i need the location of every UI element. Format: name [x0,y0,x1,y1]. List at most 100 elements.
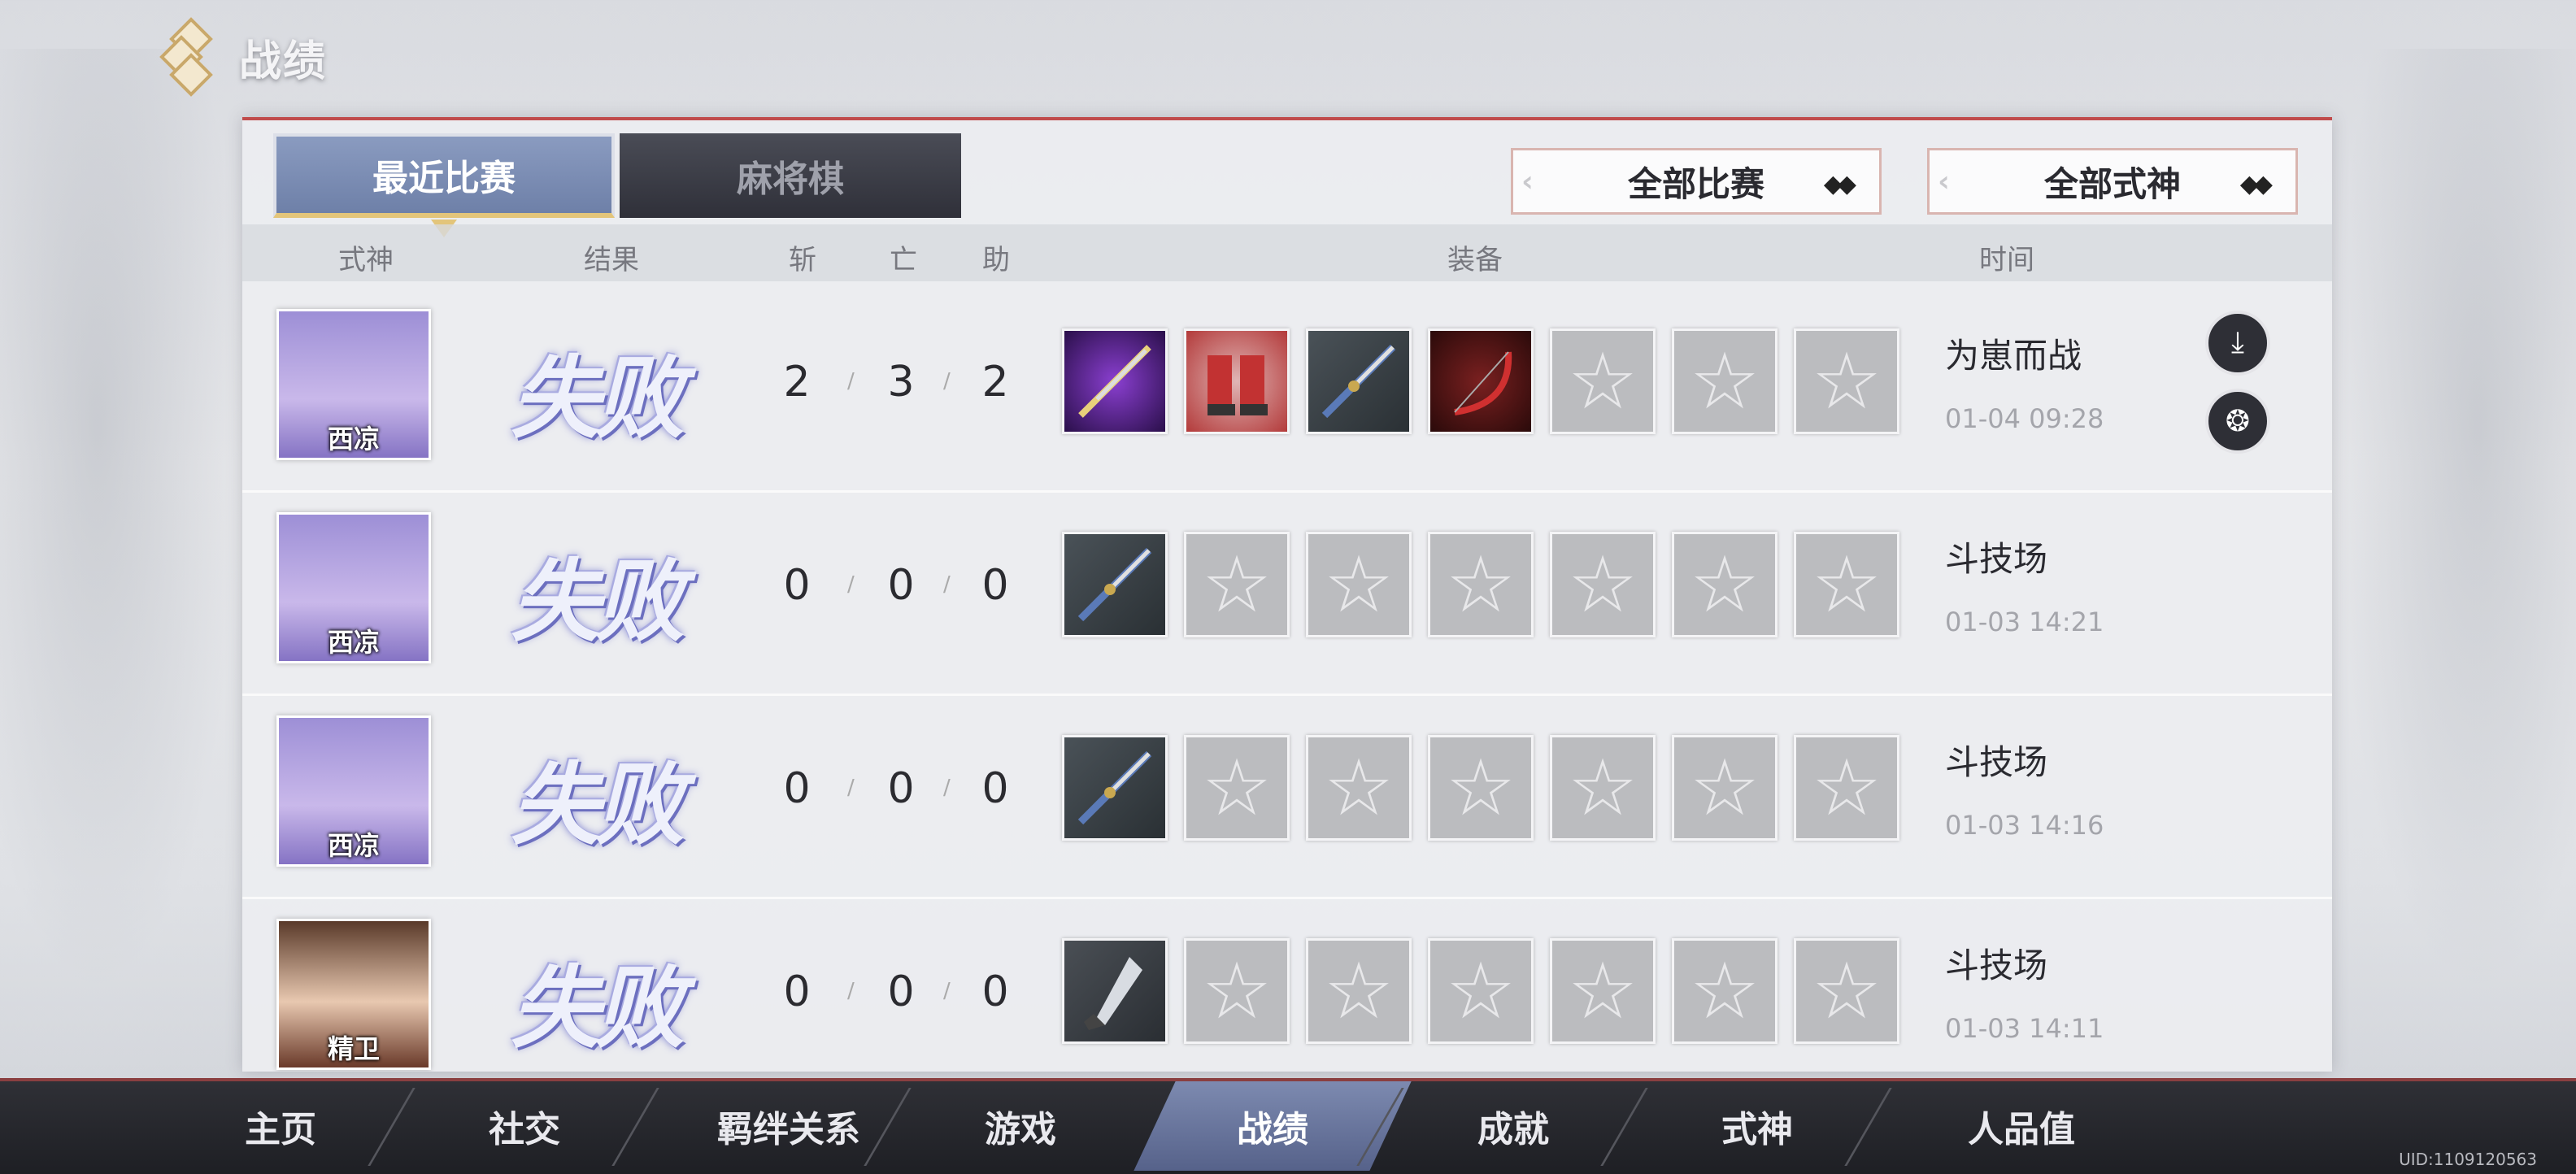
deaths-value: 3 [887,358,915,407]
column-header-row: 式神 结果 斩 亡 助 装备 时间 [242,224,2332,281]
dropdown-diamond-icon: ◆◆ [2239,170,2273,198]
empty-slot-star-icon: ☆ [1672,328,1778,434]
empty-slot-star-icon: ☆ [1184,532,1290,637]
deaths-value: 0 [887,561,915,610]
match-row[interactable]: 西凉 失败 0 / 0 / 0 ☆ ☆ ☆ ☆ ☆ ☆ 斗技场 01-03 14… [242,498,2332,696]
blue-katana-icon[interactable] [1062,735,1168,841]
empty-slot-star-icon: ☆ [1550,328,1656,434]
nav-label: 战绩 [1237,1109,1308,1150]
nav-label: 人品值 [1968,1109,2075,1150]
kills-value: 0 [783,967,811,1016]
nav-item-achievements[interactable]: 成就 [1412,1081,1615,1171]
empty-slot-star-icon: ☆ [1550,532,1656,637]
result-text: 失败 [511,549,685,654]
empty-slot-star-icon: ☆ [1794,328,1899,434]
result-text: 失败 [511,752,685,857]
download-icon[interactable]: ⤓ [2205,311,2270,376]
game-mode: 斗技场 [1945,742,2048,782]
katana-purple-icon[interactable] [1062,328,1168,434]
empty-slot-star-icon: ☆ [1794,532,1899,637]
shikigami-filter-dropdown[interactable]: ‹ 全部式神 ◆◆ [1927,148,2298,215]
red-armor-boots-icon[interactable] [1184,328,1290,434]
page-title: 战绩 [239,37,328,86]
left-chevron-icon: ‹ [1521,165,1534,198]
match-time: 01-03 14:16 [1945,810,2104,841]
empty-slot-star-icon: ☆ [1672,938,1778,1044]
nav-label: 成就 [1477,1109,1549,1150]
empty-slot-star-icon: ☆ [1306,735,1412,841]
tab-mahjong-chess[interactable]: 麻将棋 [620,133,961,218]
divider: / [943,369,951,394]
deaths-value: 0 [887,967,915,1016]
avatar: 西凉 [276,512,431,663]
nav-item-games[interactable]: 游戏 [919,1081,1122,1171]
match-row[interactable]: 精卫 失败 0 / 0 / 0 ☆ ☆ ☆ ☆ ☆ ☆ 斗技场 01-03 14… [242,904,2332,1072]
blue-katana-icon[interactable] [1062,532,1168,637]
empty-slot-star-icon: ☆ [1306,532,1412,637]
nav-item-bonds[interactable]: 羁绊关系 [667,1081,911,1171]
divider: / [943,572,951,597]
nav-item-shikigami[interactable]: 式神 [1656,1081,1859,1171]
col-equipment: 装备 [1447,244,1503,276]
replay-film-icon[interactable]: ❂ [2205,389,2270,454]
bottom-nav-bar: 主页 社交 羁绊关系 游戏 战绩 成就 式神 人品值 [0,1078,2576,1174]
left-chevron-icon: ‹ [1938,165,1950,198]
kills-value: 0 [783,764,811,813]
avatar: 西凉 [276,309,431,460]
assists-value: 0 [981,561,1009,610]
uid-label: UID:1109120563 [2399,1150,2537,1169]
tab-recent-matches[interactable]: 最近比赛 [273,133,615,237]
empty-slot-star-icon: ☆ [1428,735,1534,841]
game-mode: 为崽而战 [1945,336,2082,376]
shikigami-filter-label: 全部式神 [2043,163,2181,204]
shikigami-name: 西凉 [327,627,380,658]
red-bow-icon[interactable] [1428,328,1534,434]
kills-value: 0 [783,561,811,610]
avatar: 精卫 [276,919,431,1070]
empty-slot-star-icon: ☆ [1672,532,1778,637]
nav-item-match-record[interactable]: 战绩 [1134,1081,1412,1171]
deaths-value: 0 [887,764,915,813]
game-mode: 斗技场 [1945,946,2048,985]
divider: / [847,369,855,394]
empty-slot-star-icon: ☆ [1672,735,1778,841]
nav-label: 主页 [245,1109,316,1150]
match-filter-dropdown[interactable]: ‹ 全部比赛 ◆◆ [1511,148,1882,215]
nav-label: 游戏 [985,1109,1056,1150]
nav-label: 式神 [1721,1109,1793,1150]
diamond-logo-icon [159,17,220,97]
background-right-decoration [2332,49,2576,992]
page-header: 战绩 [159,16,328,98]
empty-slot-star-icon: ☆ [1184,735,1290,841]
nav-item-social[interactable]: 社交 [423,1081,626,1171]
assists-value: 0 [981,764,1009,813]
blue-katana-icon[interactable] [1306,328,1412,434]
kunai-icon[interactable] [1062,938,1168,1044]
game-mode: 斗技场 [1945,539,2048,579]
empty-slot-star-icon: ☆ [1428,532,1534,637]
empty-slot-star-icon: ☆ [1794,938,1899,1044]
nav-label: 社交 [489,1109,560,1150]
nav-item-reputation[interactable]: 人品值 [1899,1081,2143,1171]
background-left-decoration [0,49,244,992]
match-time: 01-03 14:21 [1945,607,2104,637]
nav-item-home[interactable]: 主页 [179,1081,382,1171]
match-filter-label: 全部比赛 [1627,163,1764,204]
tab-label: 麻将棋 [737,159,844,200]
result-text: 失败 [511,346,685,450]
col-time: 时间 [1979,244,2034,276]
shikigami-name: 西凉 [327,830,380,861]
col-deaths: 亡 [890,244,917,276]
tab-bar: 最近比赛 麻将棋 [273,133,961,237]
match-row[interactable]: 西凉 失败 0 / 0 / 0 ☆ ☆ ☆ ☆ ☆ ☆ 斗技场 01-03 14… [242,701,2332,899]
col-assists: 助 [982,244,1010,276]
col-kills: 斩 [789,244,816,276]
avatar: 西凉 [276,715,431,867]
match-time: 01-03 14:11 [1945,1013,2104,1044]
empty-slot-star-icon: ☆ [1550,735,1656,841]
col-shikigami: 式神 [338,244,394,276]
divider: / [847,572,855,597]
match-row[interactable]: 西凉 失败 2 / 3 / 2 ☆ ☆ ☆ 为崽而战 01-04 09:28 ⤓… [242,294,2332,493]
divider: / [847,776,855,800]
empty-slot-star-icon: ☆ [1794,735,1899,841]
